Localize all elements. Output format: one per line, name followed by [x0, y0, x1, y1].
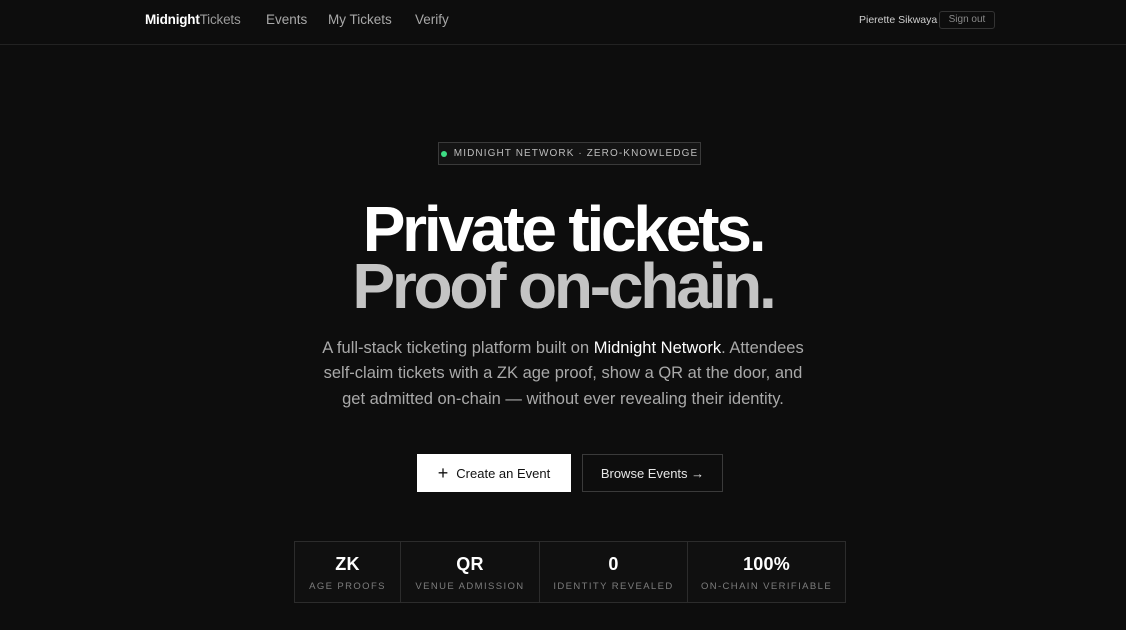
create-event-label: Create an Event: [456, 465, 551, 481]
browse-events-button[interactable]: Browse Events →: [582, 454, 723, 492]
top-navbar: MidnightTickets Events My Tickets Verify…: [0, 0, 1126, 45]
subtitle-text: . Attendees: [721, 339, 804, 357]
stat-venue-admission: QR VENUE ADMISSION: [401, 542, 540, 602]
stat-on-chain-verifiable: 100% ON-CHAIN VERIFIABLE: [688, 542, 845, 602]
stats-strip: ZK AGE PROOFS QR VENUE ADMISSION 0 IDENT…: [294, 541, 846, 603]
brand-logo[interactable]: MidnightTickets: [145, 12, 241, 27]
subtitle-line-2: self-claim tickets with a ZK age proof, …: [323, 364, 803, 382]
stat-label: ON-CHAIN VERIFIABLE: [700, 581, 833, 592]
brand-name-bold: Midnight: [145, 12, 200, 27]
stat-identity-revealed: 0 IDENTITY REVEALED: [540, 542, 688, 602]
subtitle-line-3: get admitted on-chain — without ever rev…: [342, 390, 784, 408]
network-badge: MIDNIGHT NETWORK · ZERO-KNOWLEDGE: [438, 142, 701, 165]
stat-value: ZK: [335, 554, 360, 574]
stat-value: 100%: [743, 554, 790, 574]
status-dot-icon: [440, 150, 447, 157]
stat-label: VENUE ADMISSION: [415, 581, 525, 592]
stat-value: 0: [608, 554, 619, 574]
user-name: Pierette Sikwaya: [859, 14, 938, 26]
create-event-button[interactable]: + Create an Event: [417, 454, 571, 492]
stat-age-proofs: ZK AGE PROOFS: [295, 542, 401, 602]
nav-link-verify[interactable]: Verify: [415, 12, 449, 27]
subtitle-line-1: A full-stack ticketing platform built on…: [0, 336, 1126, 362]
badge-text: MIDNIGHT NETWORK · ZERO-KNOWLEDGE: [453, 148, 699, 159]
plus-icon: +: [437, 462, 449, 483]
headline-line-2: Proof on-chain.: [352, 250, 777, 322]
brand-name-light: Tickets: [199, 12, 241, 27]
stat-value: QR: [456, 554, 484, 574]
nav-link-my-tickets[interactable]: My Tickets: [328, 12, 392, 27]
nav-link-events[interactable]: Events: [266, 12, 307, 27]
subtitle-highlight: Midnight Network: [593, 339, 722, 357]
stat-label: IDENTITY REVEALED: [553, 581, 674, 592]
sign-out-button[interactable]: Sign out: [939, 11, 995, 29]
subtitle-text: A full-stack ticketing platform built on: [322, 339, 594, 357]
browse-events-label: Browse Events →: [600, 465, 705, 481]
stat-label: AGE PROOFS: [309, 581, 386, 592]
